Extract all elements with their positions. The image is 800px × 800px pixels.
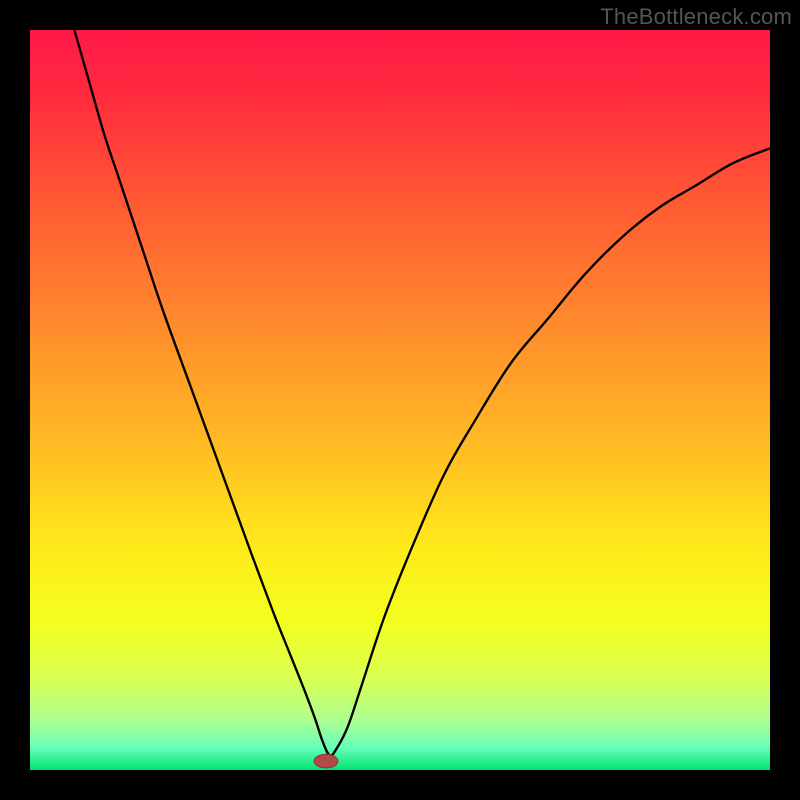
optimal-marker [314, 754, 338, 767]
bottleneck-plot [30, 30, 770, 770]
chart-frame: TheBottleneck.com [0, 0, 800, 800]
gradient-background [30, 30, 770, 770]
watermark-text: TheBottleneck.com [600, 4, 792, 30]
